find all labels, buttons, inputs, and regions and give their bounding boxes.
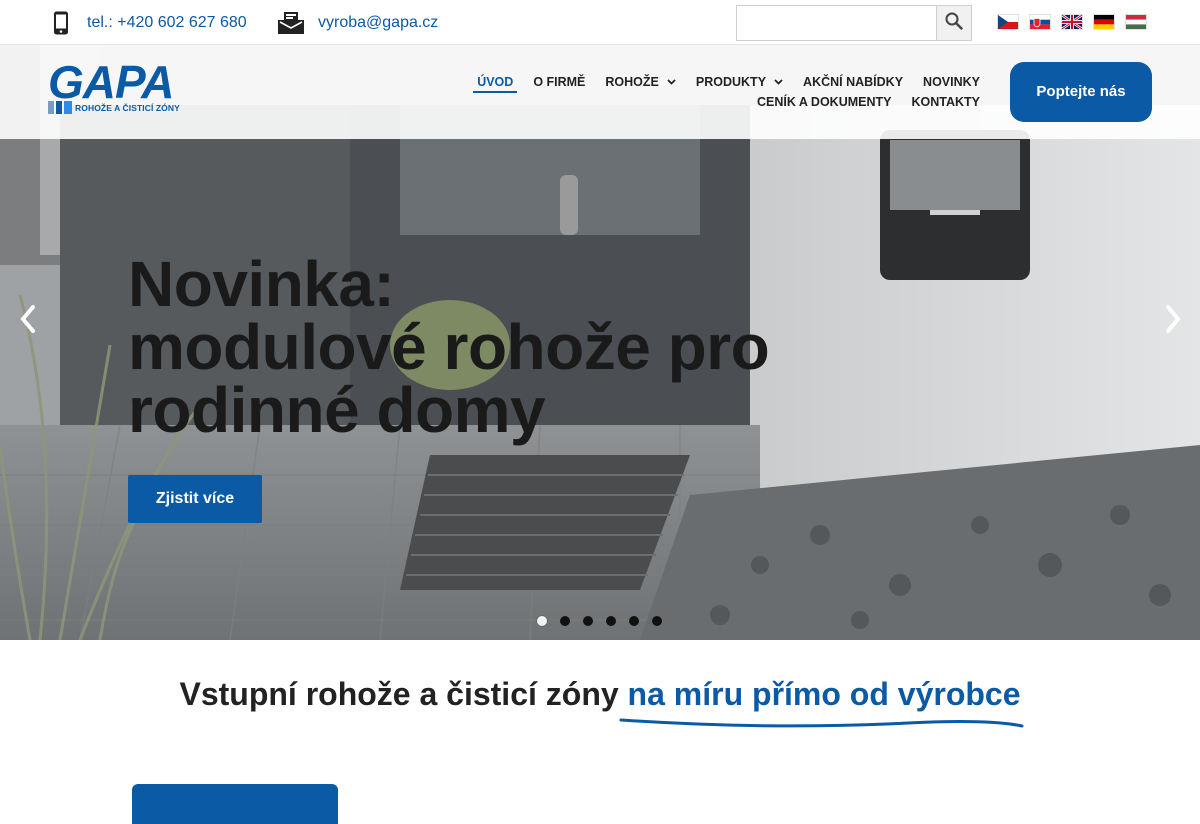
nav-item-label: O FIRMĚ: [533, 75, 586, 89]
logo-wordmark: GAPA: [48, 56, 174, 108]
chevron-down-icon: [774, 79, 783, 85]
slider-dot[interactable]: [629, 616, 639, 626]
flag-sk-icon[interactable]: [1030, 15, 1050, 29]
section-heading-text: Vstupní rohože a čisticí zóny: [179, 676, 628, 712]
brush-underline-icon: [619, 718, 1024, 728]
nav-item-rohoze[interactable]: ROHOŽE: [595, 74, 685, 90]
smartphone-icon: [50, 11, 72, 35]
slide-title-line: Novinka:: [128, 248, 395, 320]
nav-item-novinky[interactable]: NOVINKY: [913, 74, 990, 90]
email-link[interactable]: vyroba@gapa.cz: [278, 0, 438, 45]
slider-dot[interactable]: [606, 616, 616, 626]
nav-item-label: PRODUKTY: [695, 75, 767, 89]
slider-dot[interactable]: [560, 616, 570, 626]
logo-tagline: ROHOŽE A ČISTICÍ ZÓNY: [75, 102, 180, 113]
nav-item-label: CENÍK A DOKUMENTY: [756, 95, 892, 109]
chevron-left-icon: [20, 304, 36, 338]
mailbox-icon: [278, 11, 304, 34]
main-navbar: GAPA ROHOŽE A ČISTICÍ ZÓNY ÚVOD O FIRMĚ …: [0, 45, 1200, 139]
nav-item-kontakty[interactable]: KONTAKTY: [901, 94, 990, 110]
nav-item-label: KONTAKTY: [911, 95, 980, 109]
logo-tagline-row: ROHOŽE A ČISTICÍ ZÓNY: [48, 101, 180, 114]
slider-next-button[interactable]: [1155, 303, 1191, 339]
search-form: [736, 5, 972, 41]
section-button[interactable]: [132, 784, 338, 824]
flag-hu-icon[interactable]: [1126, 15, 1146, 29]
hero-slider: GAPA ROHOŽE A ČISTICÍ ZÓNY ÚVOD O FIRMĚ …: [0, 45, 1200, 640]
nav-item-label: ÚVOD: [477, 75, 514, 89]
flag-cz-icon[interactable]: [998, 15, 1018, 29]
section-heading-accent: na míru přímo od výrobce: [627, 676, 1021, 712]
slide-title-line: modulové rohože pro: [128, 311, 770, 383]
flag-gb-icon[interactable]: [1062, 15, 1082, 29]
slide-title: Novinka: modulové rohože pro rodinné dom…: [128, 248, 848, 446]
slider-pagination: [537, 616, 662, 626]
gapa-logo[interactable]: GAPA ROHOŽE A ČISTICÍ ZÓNY: [48, 59, 193, 119]
logo-squares-icon: [48, 101, 72, 114]
nav-item-akcni-nabidky[interactable]: AKČNÍ NABÍDKY: [793, 74, 913, 90]
nav-item-label: NOVINKY: [923, 75, 980, 89]
slider-dot[interactable]: [652, 616, 662, 626]
phone-link[interactable]: tel.: +420 602 627 680: [50, 0, 247, 45]
search-button[interactable]: [936, 5, 972, 41]
email-address: vyroba@gapa.cz: [318, 13, 439, 31]
search-icon: [945, 12, 963, 35]
learn-more-button[interactable]: Zjistit více: [128, 475, 262, 523]
slider-prev-button[interactable]: [10, 303, 46, 339]
phone-number: tel.: +420 602 627 680: [87, 13, 247, 31]
nav-item-o-firme[interactable]: O FIRMĚ: [523, 74, 595, 90]
slide-title-line: rodinné domy: [128, 374, 546, 446]
top-contact-bar: tel.: +420 602 627 680 vyroba@gapa.cz: [0, 0, 1200, 45]
language-switcher: [998, 15, 1146, 29]
flag-de-icon[interactable]: [1094, 15, 1114, 29]
poptejte-nas-button[interactable]: Poptejte nás: [1010, 62, 1152, 122]
slider-dot[interactable]: [537, 616, 547, 626]
nav-item-uvod[interactable]: ÚVOD: [467, 74, 523, 93]
nav-item-label: AKČNÍ NABÍDKY: [803, 75, 904, 89]
nav-item-produkty[interactable]: PRODUKTY: [686, 74, 793, 90]
chevron-down-icon: [667, 79, 676, 85]
main-menu: ÚVOD O FIRMĚ ROHOŽE PRODUKTY AKČNÍ NABÍD…: [318, 74, 990, 110]
search-input[interactable]: [736, 5, 936, 41]
nav-item-label: ROHOŽE: [605, 75, 659, 89]
nav-item-cenik[interactable]: CENÍK A DOKUMENTY: [747, 94, 902, 110]
slider-dot[interactable]: [583, 616, 593, 626]
chevron-right-icon: [1165, 304, 1181, 338]
